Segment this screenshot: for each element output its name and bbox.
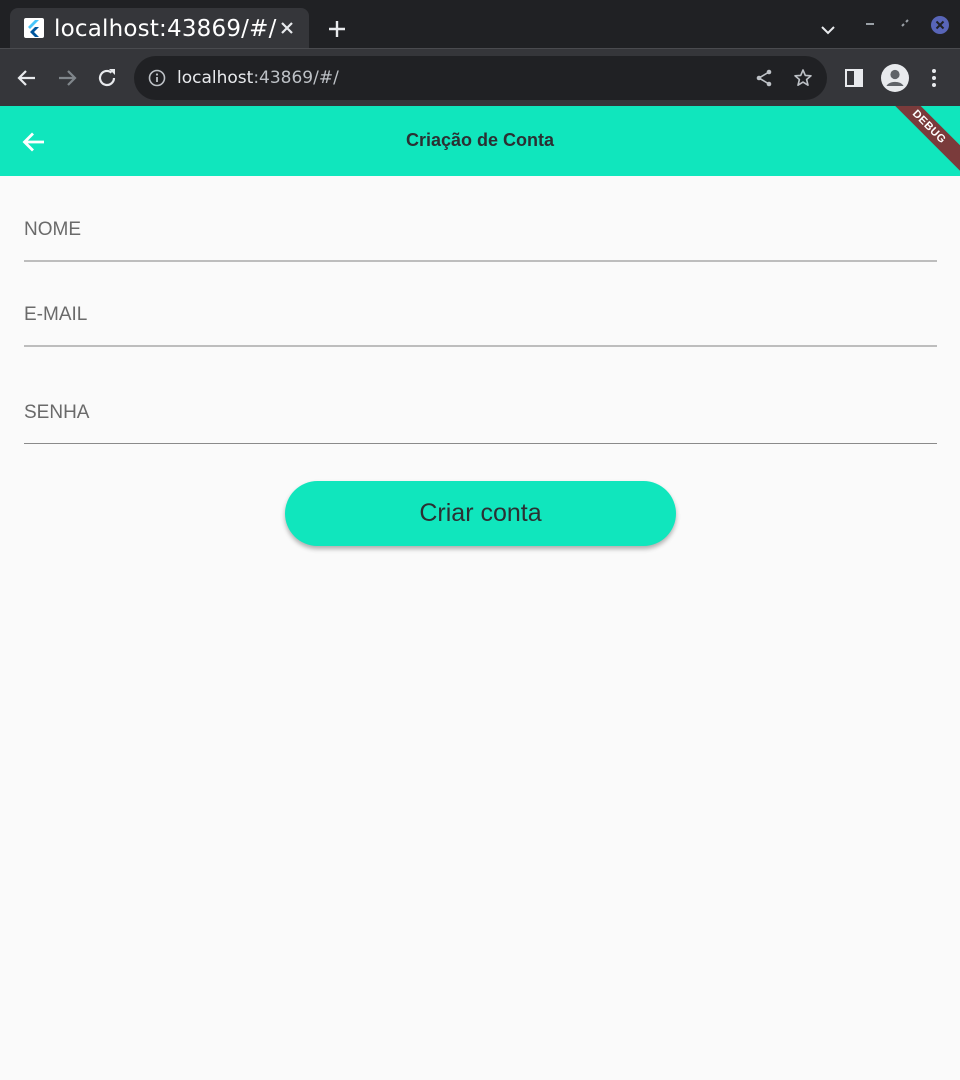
email-field[interactable]: E-MAIL <box>24 285 937 347</box>
restore-icon[interactable] <box>897 16 913 32</box>
name-input[interactable] <box>24 230 937 260</box>
kebab-menu-icon[interactable] <box>922 66 946 90</box>
close-icon[interactable] <box>277 18 297 38</box>
star-icon[interactable] <box>793 68 813 88</box>
app-bar: Criação de Conta DEBUG <box>0 106 960 176</box>
avatar-icon[interactable] <box>880 63 910 93</box>
url-host: localhost <box>177 68 254 88</box>
reload-icon[interactable] <box>95 66 119 90</box>
arrow-right-icon[interactable] <box>55 66 79 90</box>
address-bar[interactable]: localhost:43869/#/ <box>134 56 827 100</box>
password-field[interactable]: SENHA <box>24 380 937 444</box>
create-account-button[interactable]: Criar conta <box>285 481 676 546</box>
share-icon[interactable] <box>754 68 774 88</box>
browser-toolbar: localhost:43869/#/ <box>0 48 960 106</box>
side-panel-icon[interactable] <box>842 66 866 90</box>
page-title: Criação de Conta <box>405 130 555 150</box>
name-field[interactable]: NOME <box>24 200 937 262</box>
info-icon[interactable] <box>148 69 166 87</box>
email-input[interactable] <box>24 315 937 345</box>
url-path: :43869/#/ <box>253 68 339 88</box>
arrow-left-icon[interactable] <box>15 66 39 90</box>
close-window-icon[interactable] <box>930 15 950 35</box>
url-text: localhost:43869/#/ <box>177 68 339 88</box>
plus-icon[interactable] <box>326 18 348 40</box>
browser-tab-strip: localhost:43869/#/ <box>0 0 960 48</box>
tab-title: localhost:43869/#/ <box>54 16 277 42</box>
minimize-icon[interactable] <box>862 16 878 32</box>
password-input[interactable] <box>24 413 937 443</box>
browser-tab[interactable]: localhost:43869/#/ <box>10 8 309 48</box>
chevron-down-icon[interactable] <box>818 20 838 40</box>
flutter-icon <box>24 18 44 38</box>
